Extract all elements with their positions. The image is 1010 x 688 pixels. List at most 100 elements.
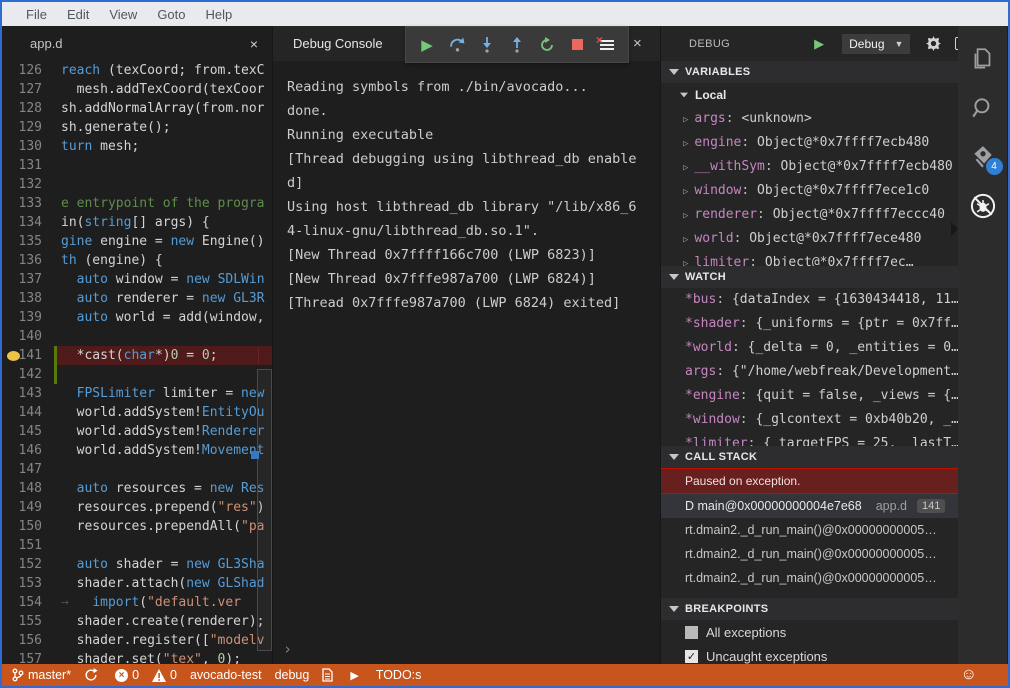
code-line-135[interactable]: 135gine engine = new Engine() — [2, 232, 272, 251]
continue-button[interactable]: ▶ — [417, 35, 437, 55]
explorer-icon[interactable] — [967, 43, 999, 75]
variable-row-world[interactable]: ▷world: Object@*0x7ffff7ece480 — [661, 227, 958, 251]
code-line-145[interactable]: 145 world.addSystem!Renderer — [2, 422, 272, 441]
breakpoint-option[interactable]: ✓Uncaught exceptions — [661, 644, 958, 664]
code-line-130[interactable]: 130turn mesh; — [2, 137, 272, 156]
code-line-148[interactable]: 148 auto resources = new Res — [2, 479, 272, 498]
file-status-item[interactable] — [322, 668, 337, 682]
code-token — [61, 310, 77, 325]
todo-s-status-item[interactable]: TODO:s — [376, 668, 422, 682]
play-status-item[interactable]: ▶ — [350, 669, 362, 682]
call-stack-frame[interactable]: rt.dmain2._d_run_main()@0x00000000005… — [661, 518, 958, 542]
code-line-151[interactable]: 151 — [2, 536, 272, 555]
avocado-test-status-item[interactable]: avocado-test — [190, 668, 262, 682]
watch-row-args[interactable]: args: {"/home/webfreak/Development… — [661, 360, 958, 384]
code-line-147[interactable]: 147 — [2, 460, 272, 479]
start-debug-button[interactable]: ▶ — [814, 36, 824, 52]
master--status-item[interactable]: master* — [12, 668, 71, 682]
variables-section-header[interactable]: VARIABLES — [661, 61, 958, 83]
watch-name: *limiter — [685, 436, 748, 446]
step-out-button[interactable] — [507, 35, 527, 55]
restart-button[interactable] — [537, 35, 557, 55]
code-line-153[interactable]: 153 shader.attach(new GLShad — [2, 574, 272, 593]
watch-row-bus[interactable]: *bus: {dataIndex = {1630434418, 11… — [661, 288, 958, 312]
tab-close-icon[interactable]: × — [244, 36, 264, 52]
code-line-150[interactable]: 150 resources.prependAll("pa — [2, 517, 272, 536]
code-line-131[interactable]: 131 — [2, 156, 272, 175]
variable-row-renderer[interactable]: ▷renderer: Object@*0x7ffff7eccc40 — [661, 203, 958, 227]
code-line-126[interactable]: 126reach (texCoord; from.texC — [2, 61, 272, 80]
variable-row-engine[interactable]: ▷engine: Object@*0x7ffff7ecb480 — [661, 131, 958, 155]
code-line-157[interactable]: 157 shader.set("tex", 0); — [2, 650, 272, 664]
breakpoints-section-header[interactable]: BREAKPOINTS — [661, 598, 958, 620]
code-editor[interactable]: 126reach (texCoord; from.texC127 mesh.ad… — [2, 61, 272, 664]
code-line-140[interactable]: 140 — [2, 327, 272, 346]
watch-row-world[interactable]: *world: {_delta = 0, _entities = 0… — [661, 336, 958, 360]
debug-status-item[interactable]: debug — [275, 668, 310, 682]
scope-local[interactable]: Local — [661, 83, 958, 107]
menu-item-help[interactable]: Help — [196, 7, 243, 22]
code-line-141[interactable]: 141 *cast(char*)0 = 0; — [2, 346, 272, 365]
code-line-127[interactable]: 127 mesh.addTexCoord(texCoor — [2, 80, 272, 99]
code-token — [61, 386, 77, 401]
debug-console-output[interactable]: › Reading symbols from ./bin/avocado...d… — [273, 61, 660, 664]
code-line-142[interactable]: 142 — [2, 365, 272, 384]
0-status-item[interactable]: 0 — [152, 668, 177, 682]
code-line-133[interactable]: 133e entrypoint of the progra — [2, 194, 272, 213]
code-line-152[interactable]: 152 auto shader = new GL3Sha — [2, 555, 272, 574]
watch-row-engine[interactable]: *engine: {quit = false, _views = {… — [661, 384, 958, 408]
watch-row-limiter[interactable]: *limiter: {_targetFPS = 25, _lastT… — [661, 432, 958, 446]
watch-section-header[interactable]: WATCH — [661, 266, 958, 288]
breakpoint-option[interactable]: All exceptions — [661, 620, 958, 644]
console-close-icon[interactable]: × — [633, 35, 642, 52]
source-control-icon[interactable]: 4 — [967, 141, 999, 173]
variable-row-args[interactable]: ▷args: <unknown> — [661, 107, 958, 131]
editor-scrollbar[interactable] — [257, 369, 272, 651]
search-icon[interactable] — [967, 92, 999, 124]
variable-row-window[interactable]: ▷window: Object@*0x7ffff7ece1c0 — [661, 179, 958, 203]
debug-icon[interactable] — [967, 190, 999, 222]
menu-item-file[interactable]: File — [16, 7, 57, 22]
code-line-134[interactable]: 134in(string[] args) { — [2, 213, 272, 232]
watch-row-window[interactable]: *window: {_glcontext = 0xb40b20, _… — [661, 408, 958, 432]
call-stack-frame[interactable]: rt.dmain2._d_run_main()@0x00000000005… — [661, 566, 958, 590]
code-line-128[interactable]: 128sh.addNormalArray(from.nor — [2, 99, 272, 118]
code-line-146[interactable]: 146 world.addSystem!Movement — [2, 441, 272, 460]
tab-app-d[interactable]: app.d × — [2, 26, 272, 61]
code-line-139[interactable]: 139 auto world = add(window, — [2, 308, 272, 327]
debug-config-select[interactable]: Debug ▼ — [842, 34, 910, 54]
variable-row-__withSym[interactable]: ▷__withSym: Object@*0x7ffff7ecb480 — [661, 155, 958, 179]
code-line-129[interactable]: 129sh.generate(); — [2, 118, 272, 137]
code-line-138[interactable]: 138 auto renderer = new GL3R — [2, 289, 272, 308]
console-input-prompt[interactable]: › — [283, 640, 292, 658]
sync-status-item[interactable] — [84, 668, 102, 682]
call-stack-frame[interactable]: D main@0x00000000004e7e68app.d141 — [661, 494, 958, 518]
clear-output-button[interactable]: × — [597, 35, 617, 55]
code-line-155[interactable]: 155 shader.create(renderer); — [2, 612, 272, 631]
code-line-149[interactable]: 149 resources.prepend("res") — [2, 498, 272, 517]
step-over-button[interactable] — [447, 35, 467, 55]
code-line-144[interactable]: 144 world.addSystem!EntityOu — [2, 403, 272, 422]
code-line-136[interactable]: 136th (engine) { — [2, 251, 272, 270]
code-line-143[interactable]: 143 FPSLimiter limiter = new — [2, 384, 272, 403]
menu-item-edit[interactable]: Edit — [57, 7, 99, 22]
call-stack-frame[interactable]: rt.dmain2._d_run_main()@0x00000000005… — [661, 542, 958, 566]
line-number: 148 — [2, 479, 54, 498]
gear-icon[interactable] — [926, 36, 941, 51]
variable-row-limiter[interactable]: ▷limiter: Object@*0x7ffff7ec… — [661, 251, 958, 266]
stop-button[interactable] — [567, 35, 587, 55]
step-into-button[interactable] — [477, 35, 497, 55]
code-line-156[interactable]: 156 shader.register(["modelv — [2, 631, 272, 650]
call-stack-section-header[interactable]: CALL STACK — [661, 446, 958, 468]
menu-item-goto[interactable]: Goto — [147, 7, 195, 22]
checkbox-checked-icon[interactable]: ✓ — [685, 650, 698, 663]
smiley-status-item[interactable]: ☺ — [961, 666, 981, 684]
code-line-132[interactable]: 132 — [2, 175, 272, 194]
0-status-item[interactable]: ×0 — [115, 668, 139, 682]
watch-row-shader[interactable]: *shader: {_uniforms = {ptr = 0x7ff… — [661, 312, 958, 336]
menu-item-view[interactable]: View — [99, 7, 147, 22]
checkbox-unchecked-icon[interactable] — [685, 626, 698, 639]
code-line-137[interactable]: 137 auto window = new SDLWin — [2, 270, 272, 289]
breakpoint-icon[interactable] — [7, 351, 20, 361]
code-line-154[interactable]: 154→ import("default.ver — [2, 593, 272, 612]
